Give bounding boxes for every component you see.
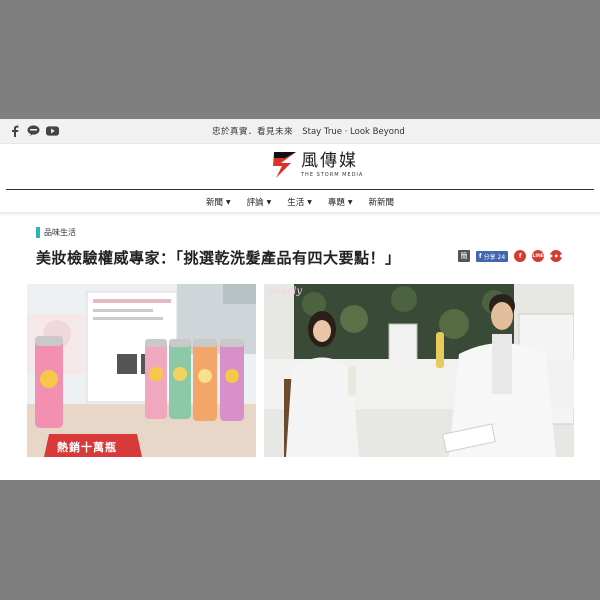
caret-down-icon: ▼	[225, 198, 231, 206]
masthead: 風傳媒 THE STORM MEDIA	[0, 143, 600, 188]
tagline-zh: 忠於真實．看見未來	[212, 127, 294, 137]
article-photo-interview: Sheely	[264, 284, 574, 457]
header-divider	[6, 189, 594, 190]
brand-watermark: Sheely	[268, 286, 302, 297]
logo-name-zh: 風傳媒	[301, 151, 358, 171]
top-utility-bar: 忠於真實．看見未來 Stay True · Look Beyond	[0, 119, 600, 144]
nav-item-label: 專題	[327, 198, 345, 208]
youtube-icon[interactable]	[46, 124, 59, 137]
nav-shadow	[0, 212, 600, 216]
article-tools: 簡 f 分享 24 f LINE •••	[458, 250, 564, 262]
tagline-en: Stay True · Look Beyond	[302, 127, 405, 137]
simplified-chinese-button[interactable]: 簡	[458, 250, 470, 262]
site-logo[interactable]: 風傳媒 THE STORM MEDIA	[272, 150, 363, 180]
caret-down-icon: ▼	[347, 198, 353, 206]
facebook-icon[interactable]	[8, 124, 21, 137]
nav-item-features[interactable]: 專題 ▼	[328, 196, 353, 208]
nav-item-new-news[interactable]: 新新聞	[369, 196, 395, 208]
caret-down-icon: ▼	[307, 198, 312, 206]
facebook-icon: f	[479, 252, 482, 260]
facebook-circle-icon[interactable]: f	[514, 250, 527, 262]
logo-name-en: THE STORM MEDIA	[301, 172, 364, 178]
storm-logo-icon	[273, 152, 296, 178]
main-nav: 新聞 ▼ 評論 ▼ 生活 ▼ 專題 ▼ 新新聞	[0, 192, 600, 212]
product-display-illustration	[27, 284, 256, 457]
product-badge: 熱銷十萬瓶	[57, 441, 117, 454]
nav-item-opinion[interactable]: 評論 ▼	[247, 196, 272, 208]
nav-item-label: 評論	[246, 198, 264, 208]
line-share-icon[interactable]: LINE	[532, 250, 545, 262]
nav-item-label: 新聞	[205, 198, 223, 208]
interview-scene-illustration	[264, 284, 574, 457]
article-category[interactable]: 品味生活	[36, 227, 76, 238]
article-headline: 美妝檢驗權威專家：「挑選乾洗髮產品有四大要點！」	[36, 249, 401, 267]
nav-item-news[interactable]: 新聞 ▼	[206, 196, 231, 208]
page: 忠於真實．看見未來 Stay True · Look Beyond 風傳媒 TH…	[0, 119, 600, 480]
share-count: 分享 24	[483, 253, 506, 261]
caret-down-icon: ▼	[266, 198, 272, 206]
facebook-share-button[interactable]: f 分享 24	[476, 250, 509, 262]
site-tagline: 忠於真實．看見未來 Stay True · Look Beyond	[212, 125, 405, 137]
nav-item-label: 新新聞	[368, 198, 395, 208]
nav-item-life[interactable]: 生活 ▼	[287, 196, 312, 208]
line-icon[interactable]	[27, 124, 40, 137]
logo-text: 風傳媒 THE STORM MEDIA	[301, 152, 363, 178]
more-options-icon[interactable]: •••	[549, 250, 564, 262]
social-links	[8, 124, 59, 137]
nav-item-label: 生活	[287, 198, 305, 208]
article-photo-products: 熱銷十萬瓶	[27, 284, 256, 457]
